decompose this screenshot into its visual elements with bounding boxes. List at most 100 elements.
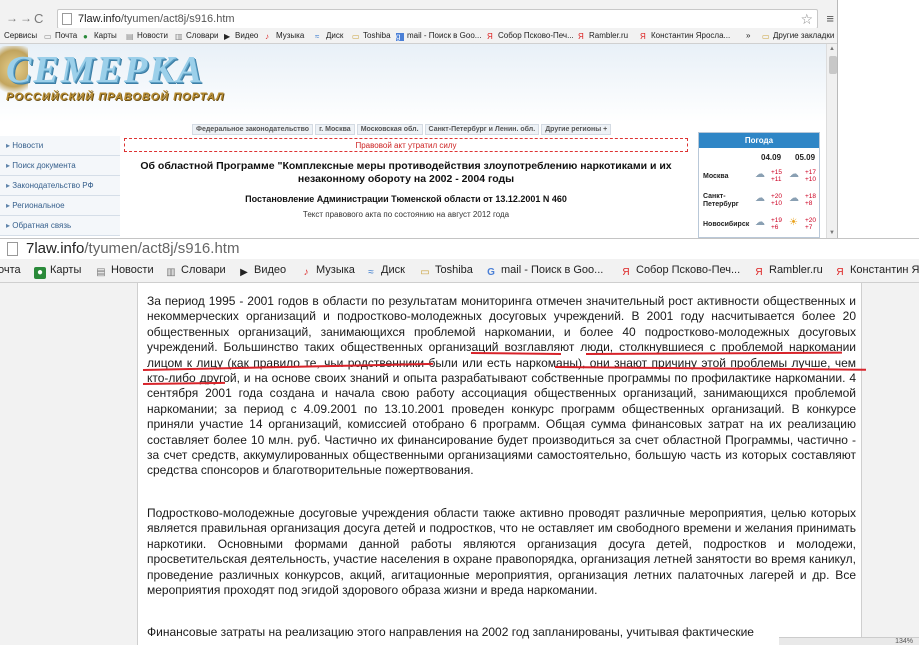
folder-icon: ▭ (762, 32, 770, 41)
article-paragraph: Подростково-молодежные досуговые учрежде… (147, 506, 856, 598)
folder-icon: ▭ (420, 267, 430, 278)
tab-other-regions[interactable]: Другие регионы + (541, 124, 612, 135)
weather-title: Погода (699, 133, 819, 148)
article-column: За период 1995 - 2001 годов в области по… (137, 283, 862, 645)
address-bar[interactable]: 7law.info/tyumen/act8j/s916.htm ☆ (57, 9, 818, 29)
bookmark-mail[interactable]: ▭ Почта (44, 31, 77, 41)
scrollbar-thumb[interactable] (829, 56, 837, 74)
maps-icon: ● (34, 267, 46, 279)
cloud-icon: ☁ (789, 169, 799, 180)
tab-spb[interactable]: Санкт-Петербург и Ленин. обл. (424, 124, 540, 135)
yandex-icon: Я (755, 267, 763, 278)
url-host: 7law.info (26, 240, 85, 257)
google-icon: g (396, 33, 404, 41)
bookmark-dictionary[interactable]: ▥ Словари (175, 31, 219, 41)
bookmarks-bar: Сервисы ▭ Почта ● Карты ▤ Новости ▥ Словари … (0, 28, 837, 44)
weather-date: 04.09 (761, 153, 782, 162)
yandex-icon: Я (578, 32, 584, 41)
zoom-status: 134% (779, 637, 919, 645)
top-browser-window: → → C 7law.info/tyumen/act8j/s916.htm ☆ … (0, 0, 838, 238)
bookmark-toshiba[interactable]: ▭ Toshiba (419, 264, 473, 279)
tab-federal[interactable]: Федеральное законодательство (192, 124, 314, 135)
bookmark-disk[interactable]: ≈ Диск (365, 264, 405, 279)
bookmark-video[interactable]: ▶ Видео (238, 264, 286, 279)
weather-city: Новосибирск (703, 221, 750, 228)
top-scrollbar[interactable]: ▲ ▼ (826, 44, 837, 238)
cloud-sun-icon: ☁ (755, 217, 765, 228)
act-status-banner: Правовой акт утратил силу (124, 138, 688, 152)
scroll-up-icon[interactable]: ▲ (829, 46, 835, 52)
nav-legislation[interactable]: Законодательство РФ (0, 176, 120, 196)
bookmark-dictionary[interactable]: ▥ Словари (165, 264, 225, 279)
bookmark-rambler[interactable]: Я Rambler.ru (753, 264, 822, 279)
news-icon: ▤ (126, 32, 134, 41)
site-tagline: РОССИЙСКИЙ ПРАВОВОЙ ПОРТАЛ (6, 91, 225, 103)
weather-temp: +20 +10 (771, 193, 783, 207)
bookmark-konstantin[interactable]: Я Константин Яросла... (640, 31, 730, 41)
zoomed-address-bar[interactable]: 7law.info/tyumen/act8j/s916.htm (0, 238, 919, 259)
left-navigation: Новости Поиск документа Законодательство… (0, 136, 120, 236)
bookmark-music[interactable]: ♪ Музыка (265, 31, 304, 41)
bookmark-star-icon[interactable]: ☆ (800, 11, 813, 28)
region-tabs: Федеральное законодательство г. Москва Мос… (192, 124, 613, 136)
site-logo[interactable]: СЕМЕРКА (6, 48, 204, 92)
bookmark-services[interactable]: Сервисы (4, 31, 37, 40)
bookmark-google-mail[interactable]: Gmail - Поиск в Goo... (485, 264, 603, 279)
site-content: СЕМЕРКА РОССИЙСКИЙ ПРАВОВОЙ ПОРТАЛ Федер… (0, 44, 826, 238)
url-host: 7law.info (78, 13, 121, 25)
tab-moscow-region[interactable]: Московская обл. (356, 124, 423, 135)
page-icon (62, 13, 72, 25)
zoomed-bookmarks-bar: очта ● Карты ▤ Новости ▥ Словари ▶ Видео ♪ Му… (0, 259, 919, 283)
act-state-note: Текст правового акта по состоянию на авг… (302, 210, 510, 219)
video-icon: ▶ (240, 267, 248, 278)
bookmark-other[interactable]: ▭ Другие закладки (762, 31, 834, 41)
disk-icon: ≈ (368, 267, 374, 278)
bookmark-news[interactable]: ▤ Новости (95, 264, 153, 279)
bookmark-rambler[interactable]: Я Rambler.ru (578, 31, 628, 41)
video-icon: ▶ (224, 32, 231, 41)
bookmark-music[interactable]: ♪ Музыка (300, 264, 355, 279)
scroll-down-icon[interactable]: ▼ (829, 230, 835, 236)
bookmark-news[interactable]: ▤ Новости (126, 31, 168, 41)
back-icon[interactable]: → (6, 11, 18, 25)
act-title: Об областной Программе "Комплексные меры… (140, 160, 672, 185)
weather-temp: +17 +10 (805, 169, 817, 183)
news-icon: ▤ (96, 267, 106, 278)
google-icon: G (487, 267, 495, 278)
cloud-sun-icon: ☁ (755, 169, 765, 180)
url-path: /tyumen/act8j/s916.htm (120, 13, 235, 25)
reload-icon[interactable]: C (34, 11, 43, 26)
bookmarks-more[interactable]: » (746, 31, 750, 40)
yandex-icon: Я (640, 32, 646, 41)
forward-icon[interactable]: → (20, 11, 32, 25)
bookmark-sobor[interactable]: Я Собор Псково-Печ... (620, 264, 740, 279)
page-icon (7, 242, 18, 256)
bookmark-maps[interactable]: ● Карты (83, 31, 117, 41)
menu-icon[interactable]: ≡ (826, 11, 834, 26)
dictionary-icon: ▥ (166, 267, 176, 278)
mail-icon: ▭ (44, 32, 52, 41)
nav-feedback[interactable]: Обратная связь (0, 216, 120, 236)
disk-icon: ≈ (315, 32, 320, 41)
bookmark-video[interactable]: ▶ Видео (224, 31, 258, 41)
bookmark-konstantin[interactable]: Я Константин Я (834, 264, 919, 279)
weather-city: Санкт-Петербург (703, 193, 739, 208)
bookmark-google-mail[interactable]: g mail - Поиск в Goo... (396, 31, 481, 41)
nav-news[interactable]: Новости (0, 136, 120, 156)
bookmark-mail[interactable]: очта (0, 264, 21, 276)
bookmark-toshiba[interactable]: ▭ Toshiba (352, 31, 391, 41)
bookmark-maps[interactable]: ● Карты (34, 264, 81, 279)
weather-date: 05.09 (795, 153, 816, 162)
cloud-sun-icon: ☁ (755, 193, 765, 204)
bookmark-sobor[interactable]: Я Собор Псково-Печ... (487, 31, 574, 41)
nav-search[interactable]: Поиск документа (0, 156, 120, 176)
maps-icon: ● (83, 32, 88, 41)
nav-regional[interactable]: Региональное (0, 196, 120, 216)
act-subtitle: Постановление Администрации Тюменской об… (245, 194, 567, 204)
tab-moscow[interactable]: г. Москва (315, 124, 355, 135)
bookmark-disk[interactable]: ≈ Диск (315, 31, 343, 41)
yandex-icon: Я (836, 267, 844, 278)
yandex-icon: Я (487, 32, 493, 41)
weather-temp: +19 +6 (771, 217, 783, 231)
weather-temp: +20 +7 (805, 217, 817, 231)
